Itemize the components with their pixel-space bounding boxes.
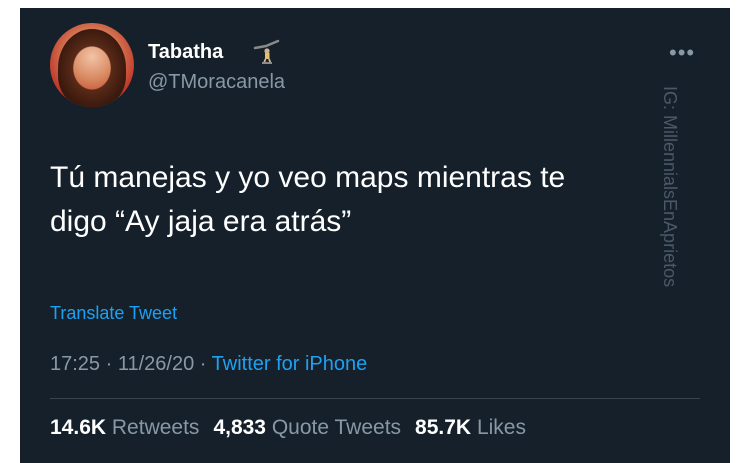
avatar[interactable] <box>50 23 134 107</box>
meta-separator: · <box>100 353 118 375</box>
gymnast-icon <box>253 39 280 64</box>
tweet-source-link[interactable]: Twitter for iPhone <box>212 353 368 375</box>
author-handle[interactable]: @TMoracanela <box>148 71 285 94</box>
retweets-label: Retweets <box>111 416 200 439</box>
likes-count: 85.7K <box>415 416 472 439</box>
tweet-card: Tabatha @TMoracanela ••• Tú manejas y yo… <box>20 8 730 463</box>
quote-tweets-label: Quote Tweets <box>271 416 402 439</box>
watermark: IG: MillennialsEnAprietos <box>658 86 684 376</box>
tweet-text: Tú manejas y yo veo maps mientras te dig… <box>50 156 690 244</box>
tweet-text-line: Tú manejas y yo veo maps mientras te <box>50 161 566 194</box>
author-name[interactable]: Tabatha <box>148 41 223 64</box>
tweet-date[interactable]: 11/26/20 <box>118 353 194 375</box>
tweet-stats: 14.6K Retweets 4,833 Quote Tweets 85.7K Li… <box>50 416 526 440</box>
tweet-time[interactable]: 17:25 <box>50 353 100 375</box>
meta-separator: · <box>194 353 212 375</box>
retweets-count: 14.6K <box>50 416 107 439</box>
divider <box>50 398 700 399</box>
likes-stat[interactable]: 85.7K Likes <box>415 416 526 439</box>
quote-tweets-count: 4,833 <box>213 416 266 439</box>
retweets-stat[interactable]: 14.6K Retweets <box>50 416 199 439</box>
tweet-meta: 17:25 · 11/26/20 · Twitter for iPhone <box>50 353 367 376</box>
translate-tweet-link[interactable]: Translate Tweet <box>50 303 177 324</box>
watermark-text: IG: MillennialsEnAprietos <box>660 86 680 288</box>
tweet-text-line: digo “Ay jaja era atrás” <box>50 205 352 238</box>
more-icon[interactable]: ••• <box>669 40 695 66</box>
quote-tweets-stat[interactable]: 4,833 Quote Tweets <box>213 416 401 439</box>
likes-label: Likes <box>476 416 526 439</box>
